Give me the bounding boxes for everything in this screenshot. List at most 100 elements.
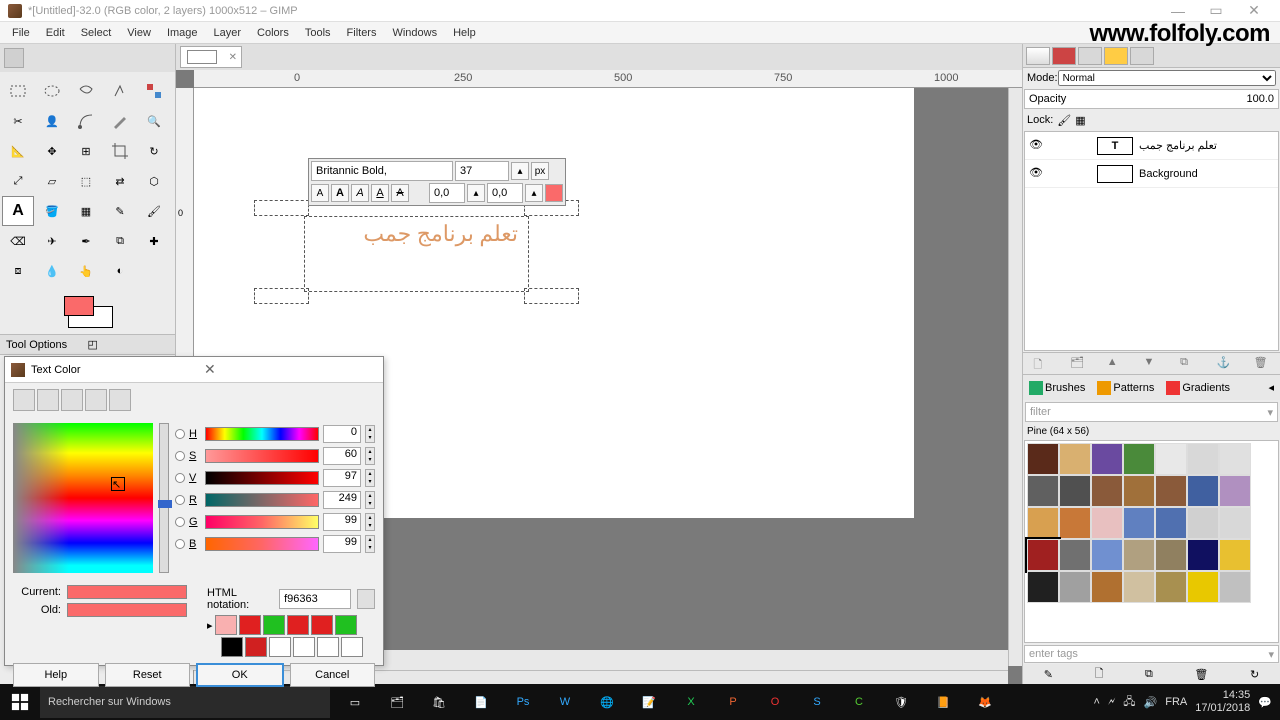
zoom-tool[interactable]: 🔍 [138, 106, 170, 136]
pattern-item[interactable] [1187, 571, 1219, 603]
color-swatch[interactable] [335, 615, 357, 635]
channel-value[interactable]: 0 [323, 425, 361, 443]
minimize-button[interactable]: — [1160, 2, 1196, 20]
pattern-item[interactable] [1059, 507, 1091, 539]
free-select-tool[interactable] [70, 76, 102, 106]
new-pattern-icon[interactable]: 🗋 [1095, 665, 1104, 684]
kerning-spinner[interactable]: ▴ [525, 184, 543, 202]
language-icon[interactable]: FRA [1165, 696, 1187, 708]
perspective-tool[interactable]: ⬚ [70, 166, 102, 196]
color-swatch[interactable] [245, 637, 267, 657]
layer-name[interactable]: Background [1139, 168, 1198, 180]
anchor-layer-icon[interactable]: ⚓ [1217, 356, 1233, 372]
duplicate-layer-icon[interactable]: ⧉ [1180, 356, 1196, 372]
powerpoint-icon[interactable]: P [712, 684, 754, 720]
channel-radio[interactable] [175, 451, 185, 461]
help-button[interactable]: Help [13, 663, 99, 687]
pattern-item[interactable] [1027, 443, 1059, 475]
raise-layer-icon[interactable]: ▲ [1107, 356, 1123, 372]
visibility-icon[interactable]: 👁 [1029, 138, 1045, 154]
color-swatch[interactable] [215, 615, 237, 635]
pattern-item[interactable] [1219, 475, 1251, 507]
channel-spinner[interactable]: ▴▾ [365, 447, 375, 465]
cmyk-tab[interactable] [37, 389, 59, 411]
reset-button[interactable]: Reset [105, 663, 191, 687]
pattern-item[interactable] [1091, 475, 1123, 507]
menu-layer[interactable]: Layer [206, 25, 250, 41]
channel-value[interactable]: 99 [323, 535, 361, 553]
measure-tool[interactable]: 📐 [2, 136, 34, 166]
rotate-tool[interactable]: ↻ [138, 136, 170, 166]
tray-up-icon[interactable]: ˄ [1094, 696, 1100, 708]
close-tab-icon[interactable]: ✕ [229, 52, 237, 63]
channel-slider[interactable] [205, 427, 319, 441]
menu-filters[interactable]: Filters [339, 25, 385, 41]
undo-tab[interactable] [1104, 47, 1128, 65]
channel-spinner[interactable]: ▴▾ [365, 425, 375, 443]
layer-row[interactable]: 👁 T تعلم برنامج جمب [1025, 132, 1278, 160]
fuzzy-select-tool[interactable] [104, 76, 136, 106]
color-cursor[interactable]: ↖ [111, 477, 125, 491]
color-swatch[interactable] [0, 294, 175, 334]
history-arrow-icon[interactable]: ▸ [207, 619, 213, 632]
dodge-tool[interactable]: ◐ [104, 256, 136, 286]
bucket-fill-tool[interactable]: 🪣 [36, 196, 68, 226]
pattern-item[interactable] [1155, 571, 1187, 603]
gimp-selector-tab[interactable] [13, 389, 35, 411]
smudge-tool[interactable]: 👆 [70, 256, 102, 286]
clock[interactable]: 14:35 17/01/2018 [1195, 689, 1250, 715]
channel-value[interactable]: 97 [323, 469, 361, 487]
pattern-item[interactable] [1123, 571, 1155, 603]
snagit-icon[interactable]: S [796, 684, 838, 720]
menu-view[interactable]: View [119, 25, 159, 41]
detach-icon[interactable]: ◰ [88, 338, 170, 351]
layer-name[interactable]: تعلم برنامج جمب [1139, 139, 1217, 152]
color-select-tool[interactable] [138, 76, 170, 106]
channel-value[interactable]: 249 [323, 491, 361, 509]
layer-row[interactable]: 👁 Background [1025, 160, 1278, 188]
lock-pixel-icon[interactable]: 🖌 [1057, 114, 1071, 127]
visibility-icon[interactable]: 👁 [1029, 166, 1045, 182]
pattern-item[interactable] [1091, 571, 1123, 603]
pattern-item[interactable] [1027, 507, 1059, 539]
color-swatch[interactable] [341, 637, 363, 657]
wheel-tab[interactable] [85, 389, 107, 411]
delete-pattern-icon[interactable]: 🗑 [1194, 668, 1208, 681]
airbrush-tool[interactable]: ✈ [36, 226, 68, 256]
channel-spinner[interactable]: ▴▾ [365, 535, 375, 553]
pattern-item[interactable] [1123, 507, 1155, 539]
histogram-tab[interactable] [1130, 47, 1154, 65]
word-icon[interactable]: W [544, 684, 586, 720]
text-tool[interactable]: A [2, 196, 34, 226]
menu-colors[interactable]: Colors [249, 25, 297, 41]
foreground-select-tool[interactable]: 👤 [36, 106, 68, 136]
color-swatch[interactable] [239, 615, 261, 635]
pattern-item[interactable] [1155, 539, 1187, 571]
tags-input[interactable]: enter tags▾ [1024, 645, 1279, 663]
channel-value[interactable]: 60 [323, 447, 361, 465]
layer-group-icon[interactable]: 🗂 [1070, 356, 1086, 372]
pattern-item[interactable] [1187, 539, 1219, 571]
pattern-item[interactable] [1027, 571, 1059, 603]
font-size-input[interactable] [455, 161, 509, 181]
pattern-item[interactable] [1123, 443, 1155, 475]
channel-slider[interactable] [205, 537, 319, 551]
ok-button[interactable]: OK [196, 663, 284, 687]
blend-tool[interactable]: ▦ [70, 196, 102, 226]
pattern-item[interactable] [1059, 475, 1091, 507]
pattern-item[interactable] [1187, 443, 1219, 475]
channel-slider[interactable] [205, 515, 319, 529]
pattern-item[interactable] [1219, 539, 1251, 571]
clone-tool[interactable]: ⧉ [104, 226, 136, 256]
avast-icon[interactable]: 🛡 [880, 684, 922, 720]
old-color[interactable] [67, 603, 187, 617]
color-swatch[interactable] [263, 615, 285, 635]
value-slider[interactable] [159, 423, 169, 573]
color-picker-tool[interactable] [104, 106, 136, 136]
unit-select[interactable]: px [531, 162, 549, 180]
pattern-item[interactable] [1091, 539, 1123, 571]
palette-tab[interactable] [109, 389, 131, 411]
pattern-item[interactable] [1059, 443, 1091, 475]
menu-tools[interactable]: Tools [297, 25, 339, 41]
size-spinner[interactable]: ▴ [511, 162, 529, 180]
